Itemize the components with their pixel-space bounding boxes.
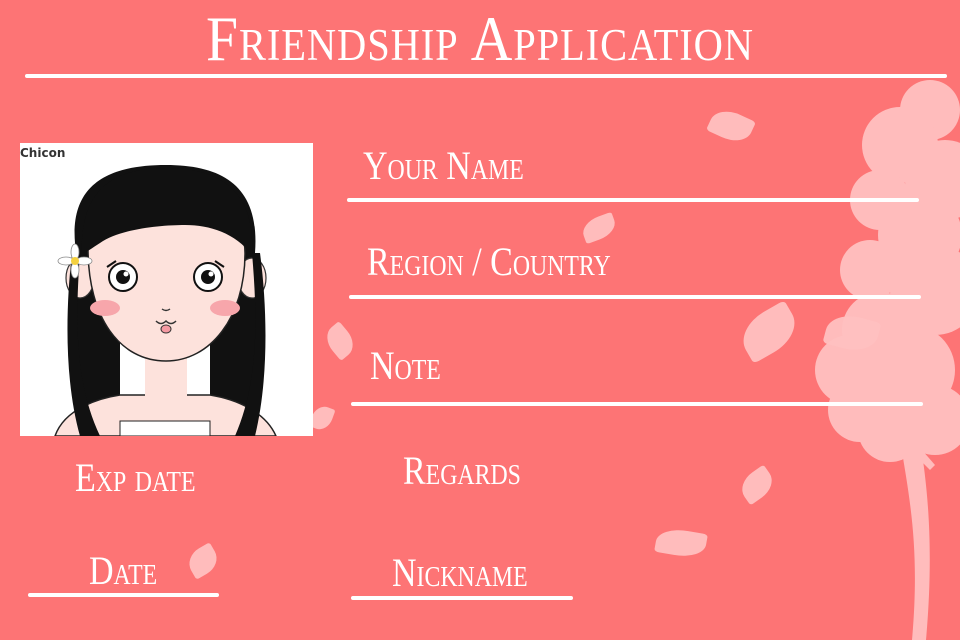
- page-title: Friendship Application: [206, 3, 754, 74]
- name-input-line[interactable]: [347, 198, 919, 202]
- region-label: Region / Country: [367, 239, 611, 284]
- name-label: Your Name: [363, 143, 524, 188]
- petal-decoration: [320, 321, 360, 361]
- date-input-line[interactable]: [28, 593, 219, 597]
- note-input-line[interactable]: [351, 402, 923, 406]
- regards-label: Regards: [403, 448, 521, 493]
- nickname-input-line[interactable]: [351, 596, 573, 600]
- title-underline: [25, 74, 947, 78]
- note-label: Note: [370, 343, 441, 388]
- petal-decoration: [706, 104, 756, 148]
- petal-decoration: [183, 542, 223, 580]
- avatar: [54, 165, 277, 436]
- petal-decoration: [654, 525, 708, 561]
- photo-caption: Chicon: [20, 146, 66, 160]
- tree-decoration: [815, 80, 960, 640]
- avatar-photo[interactable]: [20, 143, 313, 436]
- nickname-label: Nickname: [392, 550, 528, 595]
- region-input-line[interactable]: [349, 295, 921, 299]
- date-label: Date: [89, 548, 158, 593]
- exp-date-label: Exp date: [75, 455, 196, 500]
